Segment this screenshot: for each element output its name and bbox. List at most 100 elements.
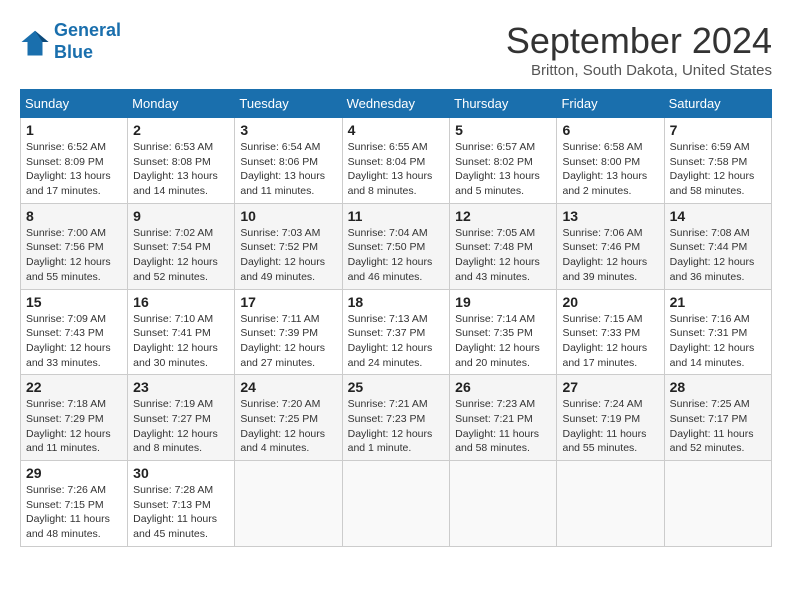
day-info: Sunrise: 7:26 AMSunset: 7:15 PMDaylight:… [26, 483, 122, 542]
day-info: Sunrise: 7:02 AMSunset: 7:54 PMDaylight:… [133, 226, 229, 285]
calendar-table: SundayMondayTuesdayWednesdayThursdayFrid… [20, 89, 772, 547]
day-number: 29 [26, 465, 122, 481]
calendar-cell: 20 Sunrise: 7:15 AMSunset: 7:33 PMDayligh… [557, 289, 664, 375]
day-info: Sunrise: 7:16 AMSunset: 7:31 PMDaylight:… [670, 312, 766, 371]
calendar-cell: 4Sunrise: 6:55 AMSunset: 8:04 PMDaylight… [342, 118, 450, 204]
title-block: September 2024 Britton, South Dakota, Un… [506, 20, 772, 79]
location: Britton, South Dakota, United States [506, 62, 772, 79]
day-info: Sunrise: 6:57 AMSunset: 8:02 PMDaylight:… [455, 140, 551, 199]
week-row-4: 22Sunrise: 7:18 AMSunset: 7:29 PMDayligh… [21, 375, 772, 461]
calendar-cell [235, 461, 342, 547]
calendar-cell: 1 Sunrise: 6:52 AMSunset: 8:09 PMDaylight… [21, 118, 128, 204]
day-info: Sunrise: 7:05 AMSunset: 7:48 PMDaylight:… [455, 226, 551, 285]
day-number: 30 [133, 465, 229, 481]
day-number: 15 [26, 294, 122, 310]
logo-icon [20, 27, 50, 57]
calendar-cell: 18Sunrise: 7:13 AMSunset: 7:37 PMDayligh… [342, 289, 450, 375]
day-number: 11 [348, 208, 445, 224]
day-number: 22 [26, 379, 122, 395]
weekday-header-monday: Monday [128, 90, 235, 118]
calendar-cell: 23 Sunrise: 7:19 AMSunset: 7:27 PMDayligh… [128, 375, 235, 461]
day-number: 13 [562, 208, 658, 224]
day-number: 2 [133, 122, 229, 138]
day-info: Sunrise: 7:13 AMSunset: 7:37 PMDaylight:… [348, 312, 445, 371]
calendar-cell: 9 Sunrise: 7:02 AMSunset: 7:54 PMDaylight… [128, 203, 235, 289]
day-number: 23 [133, 379, 229, 395]
calendar-cell: 28Sunrise: 7:25 AMSunset: 7:17 PMDayligh… [664, 375, 771, 461]
day-number: 4 [348, 122, 445, 138]
day-info: Sunrise: 7:19 AMSunset: 7:27 PMDaylight:… [133, 397, 229, 456]
calendar-cell [557, 461, 664, 547]
calendar-cell: 3 Sunrise: 6:54 AMSunset: 8:06 PMDaylight… [235, 118, 342, 204]
day-number: 27 [562, 379, 658, 395]
day-info: Sunrise: 7:14 AMSunset: 7:35 PMDaylight:… [455, 312, 551, 371]
day-number: 20 [562, 294, 658, 310]
calendar-cell: 14 Sunrise: 7:08 AMSunset: 7:44 PMDayligh… [664, 203, 771, 289]
day-number: 3 [240, 122, 336, 138]
day-number: 5 [455, 122, 551, 138]
day-number: 1 [26, 122, 122, 138]
day-number: 17 [240, 294, 336, 310]
day-info: Sunrise: 7:00 AMSunset: 7:56 PMDaylight:… [26, 226, 122, 285]
calendar-cell [664, 461, 771, 547]
day-number: 8 [26, 208, 122, 224]
day-info: Sunrise: 7:23 AMSunset: 7:21 PMDaylight:… [455, 397, 551, 456]
calendar-cell [450, 461, 557, 547]
day-number: 28 [670, 379, 766, 395]
day-info: Sunrise: 6:52 AMSunset: 8:09 PMDaylight:… [26, 140, 122, 199]
calendar-cell: 13 Sunrise: 7:06 AMSunset: 7:46 PMDayligh… [557, 203, 664, 289]
weekday-header-friday: Friday [557, 90, 664, 118]
day-info: Sunrise: 7:24 AMSunset: 7:19 PMDaylight:… [562, 397, 658, 456]
calendar-cell: 17 Sunrise: 7:11 AMSunset: 7:39 PMDayligh… [235, 289, 342, 375]
calendar-cell: 10Sunrise: 7:03 AMSunset: 7:52 PMDayligh… [235, 203, 342, 289]
day-number: 7 [670, 122, 766, 138]
calendar-cell: 2Sunrise: 6:53 AMSunset: 8:08 PMDaylight… [128, 118, 235, 204]
day-number: 21 [670, 294, 766, 310]
logo: General Blue [20, 20, 121, 63]
weekday-header-thursday: Thursday [450, 90, 557, 118]
day-info: Sunrise: 7:09 AMSunset: 7:43 PMDaylight:… [26, 312, 122, 371]
weekday-header-saturday: Saturday [664, 90, 771, 118]
calendar-cell: 26Sunrise: 7:23 AMSunset: 7:21 PMDayligh… [450, 375, 557, 461]
day-info: Sunrise: 6:54 AMSunset: 8:06 PMDaylight:… [240, 140, 336, 199]
calendar-cell: 29 Sunrise: 7:26 AMSunset: 7:15 PMDayligh… [21, 461, 128, 547]
calendar-cell: 27 Sunrise: 7:24 AMSunset: 7:19 PMDayligh… [557, 375, 664, 461]
day-info: Sunrise: 6:58 AMSunset: 8:00 PMDaylight:… [562, 140, 658, 199]
day-number: 16 [133, 294, 229, 310]
calendar-cell: 19 Sunrise: 7:14 AMSunset: 7:35 PMDayligh… [450, 289, 557, 375]
day-info: Sunrise: 7:08 AMSunset: 7:44 PMDaylight:… [670, 226, 766, 285]
weekday-header-sunday: Sunday [21, 90, 128, 118]
calendar-cell: 8 Sunrise: 7:00 AMSunset: 7:56 PMDaylight… [21, 203, 128, 289]
calendar-cell: 12Sunrise: 7:05 AMSunset: 7:48 PMDayligh… [450, 203, 557, 289]
day-info: Sunrise: 7:04 AMSunset: 7:50 PMDaylight:… [348, 226, 445, 285]
calendar-cell: 15 Sunrise: 7:09 AMSunset: 7:43 PMDayligh… [21, 289, 128, 375]
calendar-cell: 6 Sunrise: 6:58 AMSunset: 8:00 PMDaylight… [557, 118, 664, 204]
weekday-header-wednesday: Wednesday [342, 90, 450, 118]
day-info: Sunrise: 7:28 AMSunset: 7:13 PMDaylight:… [133, 483, 229, 542]
week-row-3: 15 Sunrise: 7:09 AMSunset: 7:43 PMDayligh… [21, 289, 772, 375]
day-info: Sunrise: 7:06 AMSunset: 7:46 PMDaylight:… [562, 226, 658, 285]
week-row-2: 8 Sunrise: 7:00 AMSunset: 7:56 PMDaylight… [21, 203, 772, 289]
day-info: Sunrise: 6:59 AMSunset: 7:58 PMDaylight:… [670, 140, 766, 199]
calendar-cell: 11 Sunrise: 7:04 AMSunset: 7:50 PMDayligh… [342, 203, 450, 289]
day-number: 19 [455, 294, 551, 310]
calendar-cell: 7 Sunrise: 6:59 AMSunset: 7:58 PMDaylight… [664, 118, 771, 204]
weekday-header-row: SundayMondayTuesdayWednesdayThursdayFrid… [21, 90, 772, 118]
calendar-cell [342, 461, 450, 547]
week-row-1: 1 Sunrise: 6:52 AMSunset: 8:09 PMDaylight… [21, 118, 772, 204]
page-header: General Blue September 2024 Britton, Sou… [20, 20, 772, 79]
calendar-cell: 25Sunrise: 7:21 AMSunset: 7:23 PMDayligh… [342, 375, 450, 461]
calendar-cell: 5 Sunrise: 6:57 AMSunset: 8:02 PMDaylight… [450, 118, 557, 204]
calendar-cell: 22Sunrise: 7:18 AMSunset: 7:29 PMDayligh… [21, 375, 128, 461]
day-number: 6 [562, 122, 658, 138]
day-number: 9 [133, 208, 229, 224]
logo-text: General Blue [54, 20, 121, 63]
day-info: Sunrise: 7:15 AMSunset: 7:33 PMDaylight:… [562, 312, 658, 371]
day-info: Sunrise: 7:21 AMSunset: 7:23 PMDaylight:… [348, 397, 445, 456]
day-info: Sunrise: 7:10 AMSunset: 7:41 PMDaylight:… [133, 312, 229, 371]
day-number: 14 [670, 208, 766, 224]
day-number: 10 [240, 208, 336, 224]
logo-line1: General [54, 20, 121, 40]
day-info: Sunrise: 7:11 AMSunset: 7:39 PMDaylight:… [240, 312, 336, 371]
logo-line2: Blue [54, 42, 93, 62]
